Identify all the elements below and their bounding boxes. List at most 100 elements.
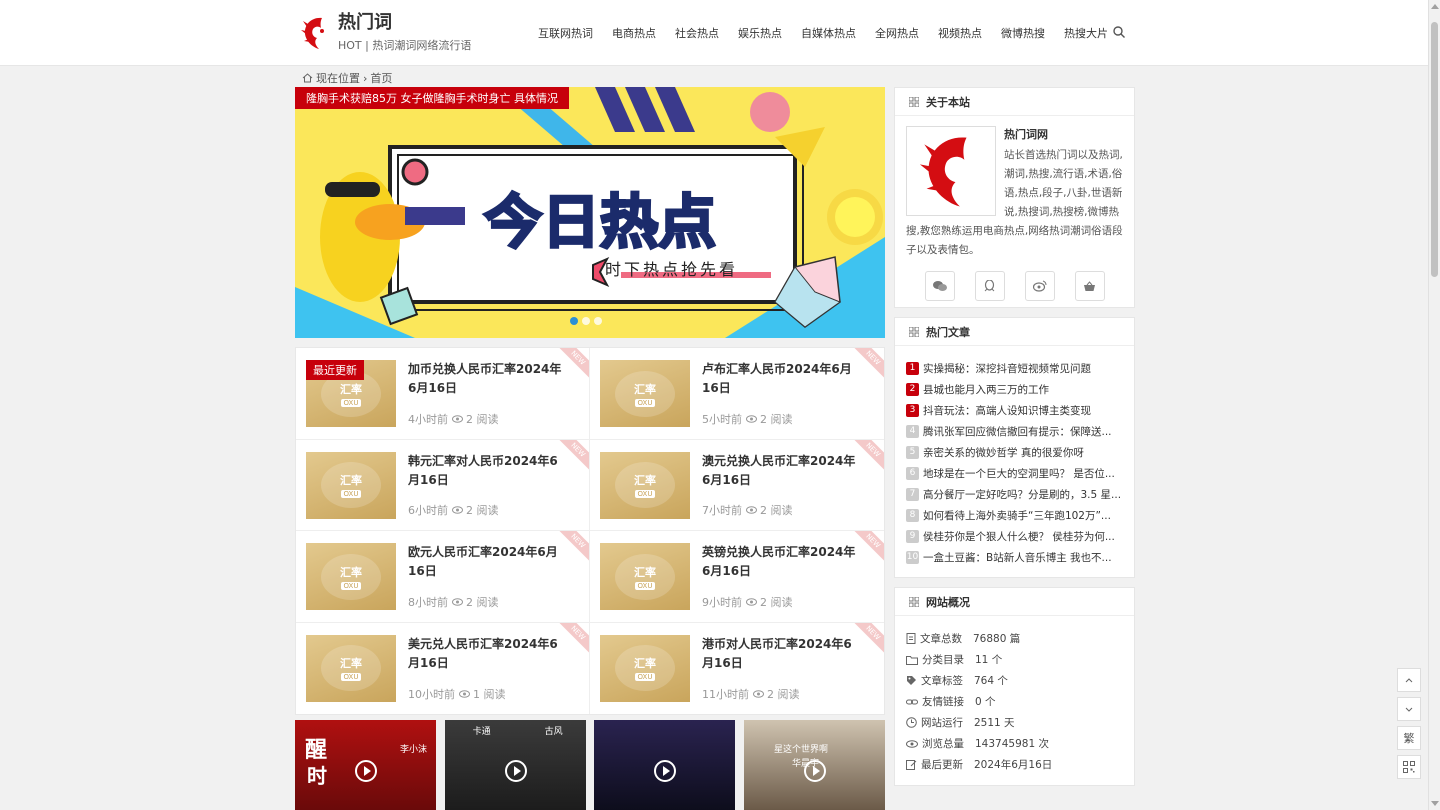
- article-views: 2 阅读: [466, 504, 499, 517]
- stat-value: 2024年6月16日: [974, 759, 1053, 771]
- hot-article-item[interactable]: 2 县城也能月入两三万的工作: [906, 379, 1123, 400]
- article-thumbnail[interactable]: 汇率 OXU: [600, 451, 690, 519]
- article-card[interactable]: NEW 汇率 OXU 澳元兑换人民币汇率2024年6月16日 7小时前 2 阅读: [590, 439, 884, 531]
- banner-headline: 今日热点: [484, 188, 716, 256]
- nav-item-entertainment[interactable]: 娱乐热点: [738, 25, 782, 41]
- article-card[interactable]: NEW 汇率 OXU 卢布汇率人民币2024年6月16日 5小时前 2 阅读: [590, 348, 884, 439]
- article-title[interactable]: 英镑兑换人民币汇率2024年6月16日: [702, 543, 874, 581]
- article-card[interactable]: NEW 汇率 OXU 美元兑人民币汇率2024年6月16日 10小时前 1 阅读: [296, 622, 590, 714]
- slide-caption[interactable]: 隆胸手术获赔85万 女子做隆胸手术时身亡 具体情况: [295, 87, 569, 109]
- hot-article-title[interactable]: 侯桂芬你是个狠人什么梗？ 侯桂芬为何...: [923, 529, 1115, 544]
- qr-code-button[interactable]: [1397, 755, 1421, 779]
- article-thumbnail[interactable]: 汇率 OXU: [600, 543, 690, 610]
- page-scrollbar[interactable]: [1428, 0, 1440, 810]
- hot-article-item[interactable]: 7 高分餐厅一定好吃吗？分是刷的，3.5 星...: [906, 484, 1123, 505]
- thumbnail-art: 汇率 OXU: [615, 553, 675, 600]
- hot-article-title[interactable]: 地球是在一个巨大的空洞里吗？ 是否位...: [923, 466, 1115, 481]
- article-time: 6小时前: [408, 504, 448, 517]
- scroll-top-button[interactable]: [1397, 668, 1421, 692]
- nav-item-all[interactable]: 全网热点: [875, 25, 919, 41]
- article-title[interactable]: 港币对人民币汇率2024年6月16日: [702, 635, 874, 673]
- play-icon[interactable]: [355, 760, 377, 782]
- thumbnail-text: 汇率: [634, 474, 656, 487]
- stat-label: 最后更新: [921, 759, 963, 771]
- hot-article-title[interactable]: 腾讯张军回应微信撤回有提示：保障送...: [923, 424, 1112, 439]
- article-row: 最近更新 NEW 汇率 OXU 加币兑换人民币汇率2024年6月16日 4小时前 2 阅读 N…: [296, 348, 884, 440]
- about-heading-text: 关于本站: [926, 95, 970, 109]
- play-icon[interactable]: [504, 760, 527, 782]
- article-views: 2 阅读: [760, 504, 793, 517]
- article-title[interactable]: 韩元汇率对人民币2024年6月16日: [408, 452, 579, 490]
- scroll-bottom-button[interactable]: [1397, 697, 1421, 721]
- slider-dots: [570, 317, 606, 325]
- video-card[interactable]: [594, 720, 736, 810]
- qq-button[interactable]: [974, 271, 1005, 301]
- scroll-up-arrow-icon[interactable]: [1431, 4, 1439, 9]
- article-title[interactable]: 加币兑换人民币汇率2024年6月16日: [408, 360, 579, 398]
- weibo-button[interactable]: [1024, 271, 1055, 301]
- breadcrumb-home[interactable]: 首页: [370, 70, 392, 86]
- nav-item-internet[interactable]: 互联网热词: [538, 25, 593, 41]
- site-logo[interactable]: 热门词 HOT | 热词潮词网络流行语: [300, 12, 471, 53]
- article-thumbnail[interactable]: 汇率 OXU: [600, 360, 690, 427]
- hot-article-title[interactable]: 一盒土豆酱：B站新人音乐博主 我也不...: [923, 550, 1112, 565]
- article-title[interactable]: 美元兑人民币汇率2024年6月16日: [408, 635, 579, 673]
- article-title[interactable]: 澳元兑换人民币汇率2024年6月16日: [702, 452, 874, 490]
- hot-article-title[interactable]: 抖音玩法：高端人设知识博主类变现: [923, 403, 1091, 418]
- nav-item-society[interactable]: 社会热点: [675, 25, 719, 41]
- site-stats-widget: 网站概况 文章总数 76880 篇分类目录 11 个文章标签 764 个友情链接 0 个…: [894, 587, 1135, 786]
- about-logo-image: [906, 126, 996, 216]
- hot-article-title[interactable]: 县城也能月入两三万的工作: [923, 382, 1049, 397]
- hot-article-item[interactable]: 1 实操揭秘：深挖抖音短视频常见问题: [906, 358, 1123, 379]
- slider-dot-3[interactable]: [594, 317, 602, 325]
- video-card[interactable]: 卡通 古风: [444, 720, 586, 810]
- hot-article-item[interactable]: 9 侯桂芬你是个狠人什么梗？ 侯桂芬为何...: [906, 526, 1123, 547]
- article-card[interactable]: 最近更新 NEW 汇率 OXU 加币兑换人民币汇率2024年6月16日 4小时前 2 阅读: [296, 348, 590, 439]
- slider-dot-2[interactable]: [582, 317, 590, 325]
- article-card[interactable]: NEW 汇率 OXU 欧元人民币汇率2024年6月16日 8小时前 2 阅读: [296, 531, 590, 622]
- floating-toolbar: 繁: [1397, 668, 1421, 784]
- scroll-thumb[interactable]: [1431, 22, 1438, 277]
- nav-item-selfmedia[interactable]: 自媒体热点: [801, 25, 856, 41]
- hot-article-item[interactable]: 10 一盒土豆酱：B站新人音乐博主 我也不...: [906, 547, 1123, 568]
- play-icon[interactable]: [654, 760, 677, 782]
- article-card[interactable]: NEW 汇率 OXU 英镑兑换人民币汇率2024年6月16日 9小时前 2 阅读: [590, 531, 884, 622]
- article-thumbnail[interactable]: 汇率 OXU: [600, 634, 690, 702]
- traditional-chinese-button[interactable]: 繁: [1397, 726, 1421, 750]
- wechat-button[interactable]: [924, 271, 955, 301]
- stat-value: 764 个: [974, 675, 1008, 687]
- article-card[interactable]: NEW 汇率 OXU 韩元汇率对人民币2024年6月16日 6小时前 2 阅读: [296, 439, 590, 530]
- article-views: 2 阅读: [760, 412, 793, 426]
- article-thumbnail[interactable]: 汇率 OXU: [306, 451, 396, 519]
- stat-label: 文章标签: [921, 675, 963, 687]
- article-title[interactable]: 卢布汇率人民币2024年6月16日: [702, 360, 874, 398]
- hot-article-title[interactable]: 实操揭秘：深挖抖音短视频常见问题: [923, 361, 1091, 376]
- nav-item-weibo[interactable]: 微博热搜: [1001, 25, 1045, 41]
- video-card[interactable]: 醒 时 李小沫: [295, 720, 436, 810]
- nav-item-movies[interactable]: 热搜大片: [1064, 25, 1108, 41]
- hot-article-title[interactable]: 亲密关系的微妙哲学 真的很爱你呀: [923, 445, 1084, 460]
- nav-item-video[interactable]: 视频热点: [938, 25, 982, 41]
- slider-dot-1[interactable]: [570, 317, 578, 325]
- nav-item-ecommerce[interactable]: 电商热点: [612, 25, 656, 41]
- article-thumbnail[interactable]: 汇率 OXU: [306, 543, 396, 610]
- scroll-down-arrow-icon[interactable]: [1431, 801, 1439, 806]
- play-icon[interactable]: [803, 760, 826, 782]
- stat-value: 143745981 次: [975, 738, 1049, 750]
- article-thumbnail[interactable]: 汇率 OXU: [306, 634, 396, 702]
- hot-article-item[interactable]: 6 地球是在一个巨大的空洞里吗？ 是否位...: [906, 463, 1123, 484]
- search-icon[interactable]: [1112, 25, 1126, 39]
- hot-article-item[interactable]: 3 抖音玩法：高端人设知识博主类变现: [906, 400, 1123, 421]
- article-title[interactable]: 欧元人民币汇率2024年6月16日: [408, 543, 579, 581]
- shop-button[interactable]: [1074, 271, 1105, 301]
- hot-article-item[interactable]: 5 亲密关系的微妙哲学 真的很爱你呀: [906, 442, 1123, 463]
- hot-article-item[interactable]: 8 如何看待上海外卖骑手“三年跑102万”...: [906, 505, 1123, 526]
- article-card[interactable]: NEW 汇率 OXU 港币对人民币汇率2024年6月16日 11小时前 2 阅读: [590, 622, 884, 715]
- video-card[interactable]: 星这个世界啊 华晨宇: [743, 720, 885, 810]
- hero-slider[interactable]: 隆胸手术获赔85万 女子做隆胸手术时身亡 具体情况 今日热点 时下热点抢先看: [295, 87, 885, 338]
- article-views: 2 阅读: [466, 412, 499, 426]
- hot-article-title[interactable]: 高分餐厅一定好吃吗？分是刷的，3.5 星...: [923, 487, 1121, 502]
- hot-article-title[interactable]: 如何看待上海外卖骑手“三年跑102万”...: [923, 508, 1111, 523]
- stats-heading: 网站概况: [895, 588, 1134, 616]
- hot-article-item[interactable]: 4 腾讯张军回应微信撤回有提示：保障送...: [906, 421, 1123, 442]
